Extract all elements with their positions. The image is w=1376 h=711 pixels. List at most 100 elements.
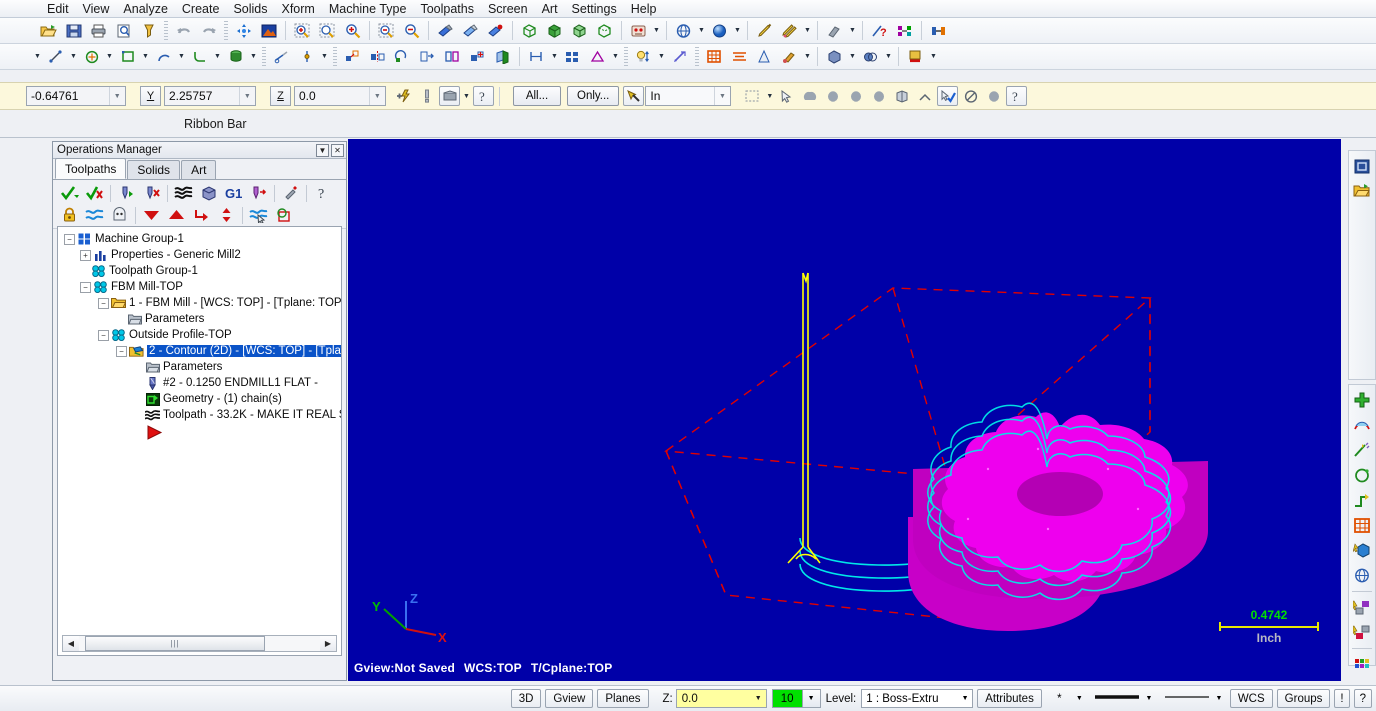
autocursor-options-icon[interactable] [439, 86, 460, 106]
status-attributes-button[interactable]: Attributes [977, 689, 1042, 708]
section-view-icon[interactable] [668, 45, 691, 68]
select-mode-caret[interactable]: ▼ [713, 87, 731, 105]
status-groups-button[interactable]: Groups [1276, 689, 1331, 708]
create-circle-icon[interactable] [80, 45, 103, 68]
zoom-in-icon[interactable] [341, 19, 364, 42]
status-color-caret[interactable]: ▼ [801, 690, 820, 707]
menu-item-help[interactable]: Help [624, 1, 664, 17]
circle-create-icon[interactable] [1350, 463, 1374, 487]
trim-icon[interactable] [823, 19, 846, 42]
toolpath-wizard-icon[interactable] [278, 182, 303, 205]
regenerate-all-icon[interactable] [139, 182, 164, 205]
arc-dropdown-caret[interactable]: ▼ [176, 46, 187, 67]
xform-mirror-icon[interactable] [366, 45, 389, 68]
status-level-caret[interactable]: ▼ [958, 690, 972, 707]
expander-minus-icon[interactable]: − [64, 233, 75, 245]
menu-item-screen[interactable]: Screen [481, 1, 535, 17]
tree-node-fbm-mill-top[interactable]: − FBM Mill-TOP [62, 279, 341, 295]
toolpath-select-icon[interactable] [246, 204, 271, 227]
wireframe-view-icon[interactable] [518, 19, 541, 42]
status-line-style-combo[interactable]: ▼ [1090, 689, 1156, 708]
fillet-dropdown-caret[interactable]: ▼ [212, 46, 223, 67]
tree-node-fbm-mill-operation[interactable]: − 1 - FBM Mill - [WCS: TOP] - [Tplane: T… [62, 295, 341, 311]
toolbar-grip[interactable] [333, 46, 337, 67]
status-z-caret[interactable]: ▼ [750, 690, 766, 707]
open-recent-icon[interactable] [1350, 179, 1374, 203]
hidden-line-icon[interactable] [593, 19, 616, 42]
material-appearance-icon[interactable] [627, 19, 650, 42]
menu-item-view[interactable]: View [76, 1, 117, 17]
align-icon[interactable] [728, 45, 751, 68]
toolbar-grip[interactable] [164, 20, 168, 41]
print-preview-icon[interactable] [112, 19, 135, 42]
color-swatch-purple-icon[interactable] [1350, 595, 1374, 619]
sphere-dropdown-caret[interactable]: ▼ [732, 20, 743, 41]
z-dropdown-caret[interactable]: ▼ [368, 87, 385, 105]
deselect-all-operations-icon[interactable] [82, 182, 107, 205]
x-coordinate-field[interactable]: -0.64761 ▼ [26, 86, 126, 106]
menu-item-art[interactable]: Art [535, 1, 565, 17]
trim-break-icon[interactable] [270, 45, 293, 68]
scroll-thumb[interactable]: ||| [85, 636, 265, 651]
y-axis-button[interactable]: Y [140, 86, 161, 106]
operations-help-icon[interactable]: ? [310, 182, 335, 205]
graphics-viewport[interactable]: Z Y X Gview:Not Saved WCS:TOP T/Cplane:TOP… [348, 139, 1341, 681]
xform-scale-icon[interactable] [416, 45, 439, 68]
redo-icon[interactable] [197, 19, 220, 42]
autocursor-fastpoint-icon[interactable] [393, 86, 414, 106]
trim-dropdown-caret[interactable]: ▼ [847, 20, 858, 41]
menu-item-solids[interactable]: Solids [226, 1, 274, 17]
open-file-icon[interactable] [37, 19, 60, 42]
select-mode-combo[interactable]: In ▼ [645, 86, 732, 106]
gnomon-icon[interactable] [416, 86, 437, 106]
grid-settings-icon[interactable] [703, 45, 726, 68]
select-shape-2-icon[interactable] [822, 86, 843, 106]
expander-minus-icon[interactable]: − [116, 345, 127, 357]
color-dropdown-caret[interactable]: ▼ [928, 46, 939, 67]
color-swatch-red-icon[interactable] [1350, 620, 1374, 644]
status-help-button[interactable]: ? [1353, 689, 1372, 708]
select-all-operations-icon[interactable] [57, 182, 82, 205]
verify-icon[interactable] [196, 182, 221, 205]
select-shape-3-icon[interactable] [845, 86, 866, 106]
material-dropdown-caret[interactable]: ▼ [651, 20, 662, 41]
status-3d-button[interactable]: 3D [510, 689, 542, 708]
globe-dropdown-caret[interactable]: ▼ [696, 20, 707, 41]
toggle-posting-icon[interactable] [107, 204, 132, 227]
operations-tree[interactable]: − Machine Group-1 + Properties - Generic… [57, 226, 342, 656]
status-z-field[interactable]: 0.0 ▼ [675, 689, 767, 708]
color-grid-icon[interactable] [1350, 652, 1374, 676]
hatch-pattern-icon[interactable] [561, 45, 584, 68]
shaded-wireframe-icon[interactable] [568, 19, 591, 42]
save-icon[interactable] [62, 19, 85, 42]
pencil-dropdown-caret[interactable]: ▼ [802, 20, 813, 41]
high-speed-toolpath-icon[interactable] [246, 182, 271, 205]
selection-help-icon[interactable]: ? [1006, 86, 1028, 106]
add-entity-icon[interactable] [1350, 388, 1374, 412]
status-point-style-caret[interactable]: ▼ [1073, 690, 1086, 707]
zoom-window-icon[interactable] [291, 19, 314, 42]
repaint-icon[interactable] [257, 19, 280, 42]
zoom-selected-icon[interactable] [316, 19, 339, 42]
z-axis-button[interactable]: Z [270, 86, 291, 106]
zoom-target-icon[interactable] [137, 19, 160, 42]
select-shape-1-icon[interactable] [799, 86, 820, 106]
tree-horizontal-scrollbar[interactable]: ◀ ||| ▶ [62, 635, 337, 652]
blank-color-icon[interactable] [484, 19, 507, 42]
panel-menu-button[interactable]: ▼ [316, 143, 329, 157]
rectangle-dropdown-caret[interactable]: ▼ [140, 46, 151, 67]
toolbar-grip[interactable] [262, 46, 266, 67]
analyze-entity-icon[interactable]: ? [868, 19, 891, 42]
boolean-dropdown-caret[interactable]: ▼ [883, 46, 894, 67]
dimension-icon[interactable] [525, 45, 548, 68]
dimension-dropdown-caret[interactable]: ▼ [549, 46, 560, 67]
status-wcs-button[interactable]: WCS [1229, 689, 1273, 708]
solid-extrude-icon[interactable] [823, 45, 846, 68]
point-dropdown-caret[interactable]: ▼ [32, 46, 43, 67]
toggle-toolpath-display-icon[interactable] [82, 204, 107, 227]
paint-dropdown-caret[interactable]: ▼ [802, 46, 813, 67]
tree-node-contour-2d-selected[interactable]: − 2 - Contour (2D) - [WCS: TOP] - [Tplan [62, 343, 341, 359]
scroll-track[interactable]: ||| [79, 636, 320, 651]
lighting-dropdown-caret[interactable]: ▼ [656, 46, 667, 67]
toolbar-grip[interactable] [624, 46, 628, 67]
